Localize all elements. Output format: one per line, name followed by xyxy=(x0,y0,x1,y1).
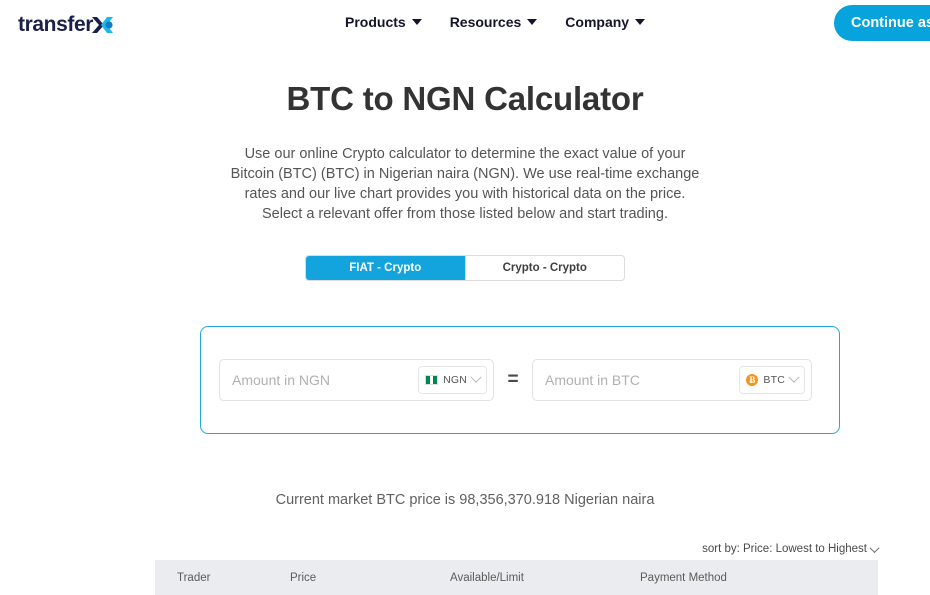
main-navigation: Products Resources Company xyxy=(345,14,646,30)
logo[interactable]: transfer xyxy=(18,12,116,38)
page-description: Use our online Crypto calculator to dete… xyxy=(230,146,700,222)
nigeria-flag-icon xyxy=(425,375,439,385)
from-currency-code: NGN xyxy=(443,374,467,386)
sort-by-control[interactable]: sort by: Price: Lowest to Highest xyxy=(0,542,930,555)
from-amount-input[interactable] xyxy=(232,372,419,388)
chevron-down-icon xyxy=(635,19,646,25)
x-o-logomark-icon xyxy=(90,14,116,36)
column-header-available-limit: Available/Limit xyxy=(450,571,524,584)
tab-fiat-crypto[interactable]: FIAT - Crypto xyxy=(306,256,465,280)
continue-as-button[interactable]: Continue as xyxy=(834,5,930,41)
to-amount-field[interactable]: Ƀ BTC xyxy=(532,359,812,401)
calculator-mode-tabs: FIAT - Crypto Crypto - Crypto xyxy=(305,255,625,281)
chevron-down-icon xyxy=(527,19,538,25)
to-amount-input[interactable] xyxy=(545,372,740,388)
equals-sign: = xyxy=(507,369,519,390)
tab-crypto-crypto[interactable]: Crypto - Crypto xyxy=(464,256,624,280)
chevron-down-icon xyxy=(869,542,880,553)
to-currency-select[interactable]: Ƀ BTC xyxy=(739,366,805,394)
site-header: transfer Products Resources Company Cont… xyxy=(0,0,930,50)
calculator-card: NGN = Ƀ BTC xyxy=(200,326,840,434)
nav-item-label: Products xyxy=(345,14,406,30)
nav-item-label: Company xyxy=(565,14,630,30)
column-header-price: Price xyxy=(290,571,317,584)
to-currency-code: BTC xyxy=(763,374,785,386)
nav-item-company[interactable]: Company xyxy=(565,14,646,30)
nav-item-products[interactable]: Products xyxy=(345,14,422,30)
chevron-down-icon xyxy=(411,19,422,25)
offers-table-header: Trader Price Available/Limit Payment Met… xyxy=(155,560,878,595)
chevron-down-icon xyxy=(788,371,800,383)
sort-by-label: sort by: Price: Lowest to Highest xyxy=(702,543,867,555)
nav-item-resources[interactable]: Resources xyxy=(450,14,538,30)
column-header-trader: Trader xyxy=(177,571,211,584)
from-amount-field[interactable]: NGN xyxy=(219,359,494,401)
chevron-down-icon xyxy=(470,371,482,383)
nav-item-label: Resources xyxy=(449,14,522,30)
logo-text: transfer xyxy=(18,13,93,36)
market-price-text: Current market BTC price is 98,356,370.9… xyxy=(275,492,655,508)
bitcoin-icon: Ƀ xyxy=(746,374,759,386)
column-header-payment-method: Payment Method xyxy=(640,571,727,584)
page-title: BTC to NGN Calculator xyxy=(286,80,644,117)
from-currency-select[interactable]: NGN xyxy=(418,366,487,394)
